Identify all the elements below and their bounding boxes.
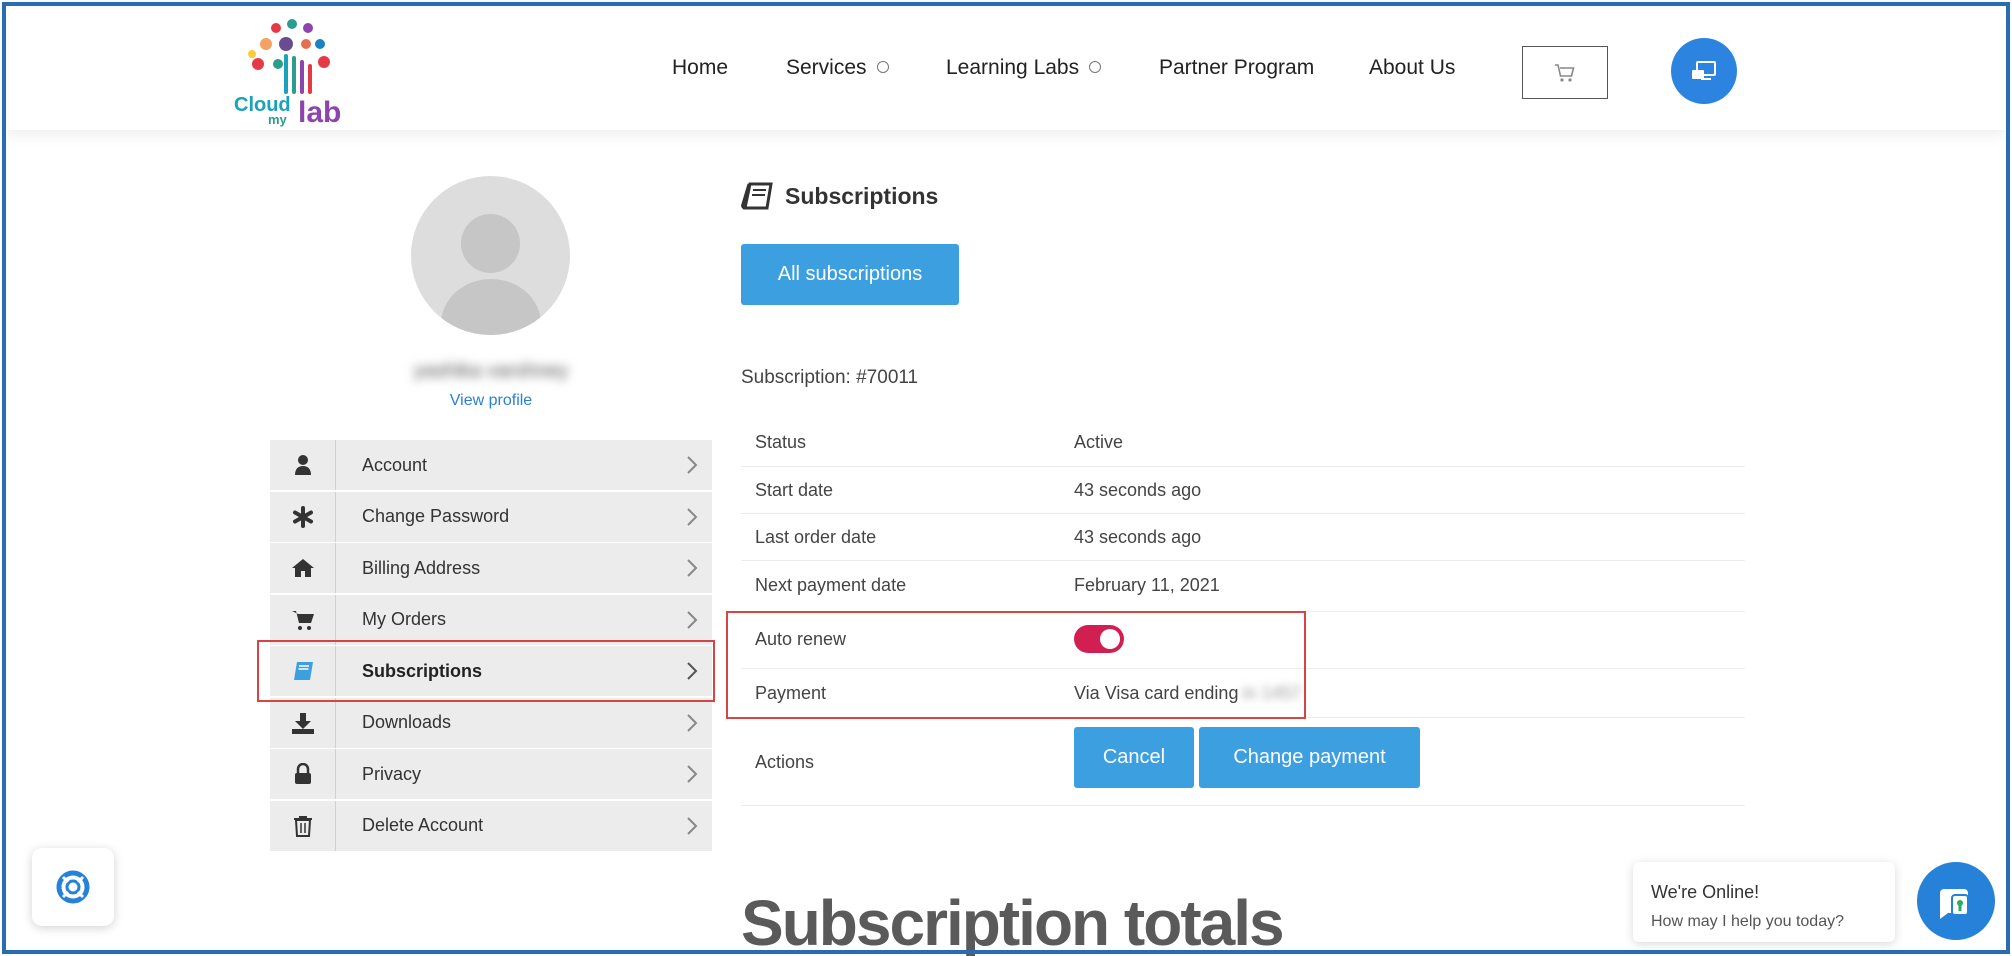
svg-text:lab: lab [298,96,341,126]
table-row-next-payment-date: Next payment date February 11, 2021 [741,561,1745,612]
table-row-last-order-date: Last order date 43 seconds ago [741,514,1745,561]
chevron-right-icon [672,558,712,578]
start-date-label: Start date [755,480,834,500]
chat-greeting-bubble[interactable]: We're Online! How may I help you today? [1633,862,1895,942]
menu-item-label: My Orders [362,609,447,629]
subscriptions-highlight-box [257,640,715,702]
menu-item-label: Account [362,454,428,475]
chevron-right-icon [672,764,712,784]
menu-item-downloads[interactable]: Downloads [270,697,712,748]
next-payment-date-value: February 11, 2021 [1074,575,1220,595]
remote-support-icon [1692,61,1716,80]
status-value: Active [1074,432,1124,452]
site-header: lab Cloud my Home Services Learning Labs… [6,6,2006,130]
cart-icon [1555,63,1575,82]
download-icon [291,712,314,734]
table-row-status: Status Active [741,420,1745,467]
logo-my-text: my [268,112,287,127]
chat-launcher-button[interactable] [1917,862,1995,940]
start-date-value: 43 seconds ago [1074,480,1202,500]
cart-icon [291,610,314,630]
avatar [411,176,570,335]
actions-label: Actions [755,752,815,772]
menu-item-label: Delete Account [362,815,484,835]
lock-icon [294,763,311,784]
menu-item-privacy[interactable]: Privacy [270,749,712,799]
chat-icon [1940,889,1969,919]
view-profile-link[interactable]: View profile [392,392,590,410]
chat-greeting-subtitle: How may I help you today? [1651,913,1844,930]
chevron-right-icon [672,610,712,630]
menu-item-label: Downloads [362,712,452,732]
chat-greeting-title: We're Online! [1651,882,1760,902]
auto-renew-payment-highlight-box [726,611,1306,719]
menu-item-my-orders[interactable]: My Orders [270,594,712,645]
menu-item-delete-account[interactable]: Delete Account [270,800,712,851]
dropdown-indicator-icon [1089,61,1102,73]
book-icon [741,182,773,210]
nav-services[interactable]: Services [786,56,889,80]
asterisk-icon [292,505,313,528]
username: yashika varshney [413,360,569,382]
chevron-right-icon [672,713,712,733]
table-row-start-date: Start date 43 seconds ago [741,467,1745,514]
cloudmylab-logo[interactable]: lab Cloud my [228,14,368,129]
nav-about-us[interactable]: About Us [1369,56,1455,80]
user-icon [294,455,311,475]
status-label: Status [755,432,807,452]
page-title: Subscriptions [741,182,938,210]
nav-learning-labs[interactable]: Learning Labs [946,56,1102,80]
home-icon [291,559,314,577]
help-widget-button[interactable] [32,848,114,926]
last-order-date-label: Last order date [755,527,877,547]
cart-button[interactable] [1522,46,1608,99]
change-payment-button[interactable]: Change payment [1199,727,1420,788]
menu-item-label: Privacy [362,763,422,784]
chevron-right-icon [672,507,712,527]
subscription-number: Subscription: #70011 [741,367,919,388]
menu-item-account[interactable]: Account [270,440,712,490]
nav-home[interactable]: Home [672,56,728,80]
chevron-right-icon [672,455,712,475]
lifebuoy-icon [56,870,90,904]
subscription-totals-heading: Subscription totals [741,887,1285,956]
chevron-right-icon [672,816,712,836]
last-order-date-value: 43 seconds ago [1074,527,1202,547]
cancel-button[interactable]: Cancel [1074,727,1194,788]
menu-item-label: Billing Address [362,557,481,578]
dropdown-indicator-icon [876,61,889,73]
trash-icon [293,815,312,837]
menu-item-label: Change Password [362,506,510,526]
next-payment-date-label: Next payment date [755,575,907,595]
remote-support-button[interactable] [1671,38,1737,104]
menu-item-change-password[interactable]: Change Password [270,491,712,542]
nav-partner-program[interactable]: Partner Program [1159,56,1314,80]
all-subscriptions-button[interactable]: All subscriptions [741,244,959,305]
menu-item-billing-address[interactable]: Billing Address [270,543,712,593]
